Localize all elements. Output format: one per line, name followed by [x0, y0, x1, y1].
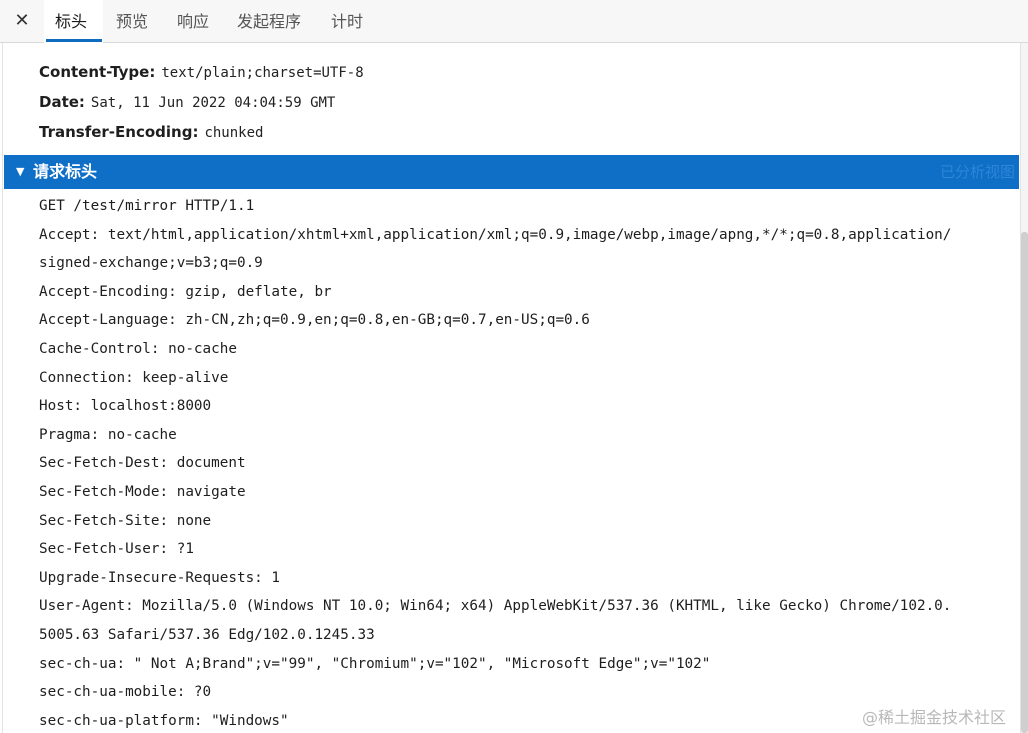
devtools-headers-panel: Connection:keep-alive Content-Type:text/… [0, 0, 1028, 733]
request-header-line: Host: localhost:8000 [39, 398, 212, 415]
collapse-triangle-icon[interactable]: ▼ [16, 164, 24, 180]
watermark-text: @稀土掘金技术社区 [862, 708, 1007, 727]
request-header-line: Sec-Fetch-Dest: document [39, 455, 246, 472]
request-header-line: Pragma: no-cache [39, 426, 177, 443]
request-header-line: Accept: text/html,application/xhtml+xml,… [39, 226, 952, 243]
request-header-line: Sec-Fetch-User: ?1 [39, 541, 194, 558]
request-header-line: Sec-Fetch-Mode: navigate [39, 484, 246, 500]
request-header-line: sec-ch-ua: " Not A;Brand";v="99", "Chrom… [39, 655, 711, 672]
request-header-line: GET /test/mirror HTTP/1.1 [39, 198, 255, 214]
tab-initiator[interactable]: 发起程序 [237, 10, 301, 34]
parsed-view-toggle[interactable]: 已分析视图 [940, 163, 1015, 181]
header-value: text/plain;charset=UTF-8 [161, 65, 364, 81]
request-header-line: User-Agent: Mozilla/5.0 (Windows NT 10.0… [39, 598, 952, 615]
panel-left-border [2, 43, 3, 733]
request-headers-section-header[interactable]: ▼ 请求标头 已分析视图 [4, 155, 1019, 189]
request-header-line: Cache-Control: no-cache [39, 341, 237, 357]
response-header-content-type: Content-Type: text/plain;charset=UTF-8 [39, 62, 364, 83]
header-key: Date: [39, 93, 85, 111]
tab-response[interactable]: 响应 [177, 10, 209, 34]
response-header-date: Date: Sat, 11 Jun 2022 04:04:59 GMT [39, 92, 335, 113]
header-key: Transfer-Encoding: [39, 123, 199, 141]
response-header-transfer-encoding: Transfer-Encoding: chunked [39, 122, 263, 143]
tab-bar: ✕ 标头 预览 响应 发起程序 计时 [0, 0, 1028, 43]
header-value: chunked [204, 125, 264, 141]
request-header-line: Accept-Encoding: gzip, deflate, br [39, 283, 332, 300]
request-header-line: sec-ch-ua-mobile: ?0 [39, 684, 212, 701]
tab-timing[interactable]: 计时 [331, 10, 363, 34]
request-header-line: 5005.63 Safari/537.36 Edg/102.0.1245.33 [39, 627, 375, 643]
tab-headers[interactable]: 标头 [55, 10, 87, 34]
request-header-line: signed-exchange;v=b3;q=0.9 [39, 255, 263, 272]
tab-preview[interactable]: 预览 [116, 10, 148, 34]
close-icon[interactable]: ✕ [10, 9, 34, 33]
request-header-line: Accept-Language: zh-CN,zh;q=0.9,en;q=0.8… [39, 312, 590, 329]
request-header-line: Upgrade-Insecure-Requests: 1 [39, 569, 281, 586]
header-value: Sat, 11 Jun 2022 04:04:59 GMT [90, 95, 336, 111]
request-header-line: Sec-Fetch-Site: none [39, 512, 212, 529]
active-tab-indicator [46, 39, 102, 42]
header-key: Content-Type: [39, 63, 156, 81]
scrollbar-thumb[interactable] [1021, 232, 1028, 733]
request-header-line: Connection: keep-alive [39, 369, 229, 386]
section-title: 请求标头 [33, 162, 98, 181]
